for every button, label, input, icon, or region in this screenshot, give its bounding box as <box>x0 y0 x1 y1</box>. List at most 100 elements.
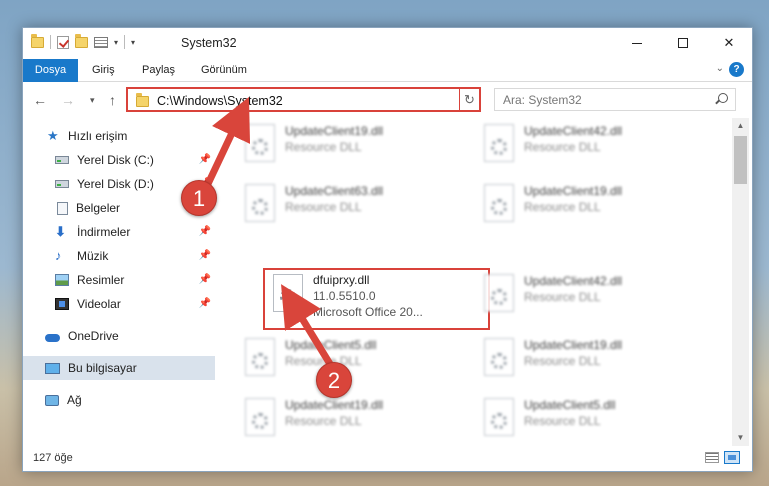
file-name: UpdateClient19.dll <box>285 398 384 412</box>
vertical-scrollbar[interactable]: ▲ ▼ <box>732 118 749 446</box>
sidebar-item-quick-access[interactable]: ★ Hızlı erişim <box>23 124 215 148</box>
gear-icon <box>252 353 268 369</box>
file-description: Resource DLL <box>524 414 601 428</box>
tab-file[interactable]: Dosya <box>23 59 78 82</box>
scroll-down-icon[interactable]: ▼ <box>732 430 749 446</box>
sidebar-item-music[interactable]: ♪ Müzik 📌 <box>23 244 215 268</box>
item-count: 127 öğe <box>33 452 73 464</box>
sidebar-item-label: Hızlı erişim <box>68 129 128 143</box>
sidebar-item-onedrive[interactable]: OneDrive <box>23 324 215 348</box>
tab-home[interactable]: Giriş <box>92 59 115 82</box>
this-pc-icon <box>45 362 60 374</box>
address-bar[interactable]: C:\Windows\System32 ⌄ <box>126 87 481 112</box>
tab-share[interactable]: Paylaş <box>142 59 175 82</box>
dll-file-icon <box>245 398 275 436</box>
documents-icon <box>57 201 68 215</box>
file-item[interactable]: UpdateClient42.dll Resource DLL <box>472 268 697 324</box>
file-version: 11.0.5510.0 <box>313 289 376 303</box>
scroll-up-icon[interactable]: ▲ <box>732 118 749 134</box>
videos-icon <box>55 298 69 310</box>
gear-icon <box>491 289 507 305</box>
back-button[interactable]: ← <box>33 92 47 108</box>
tab-view[interactable]: Görünüm <box>201 59 247 82</box>
sidebar-item-this-pc[interactable]: Bu bilgisayar <box>23 356 215 380</box>
forward-button[interactable]: → <box>61 92 75 108</box>
file-item[interactable]: UpdateClient19.dll Resource DLL <box>472 178 697 234</box>
minimize-icon <box>632 42 642 44</box>
pin-icon: 📌 <box>198 154 211 165</box>
sidebar-item-downloads[interactable]: ⬇ İndirmeler 📌 <box>23 220 215 244</box>
dll-file-icon <box>273 274 303 312</box>
file-item[interactable]: UpdateClient42.dll Resource DLL <box>472 118 697 174</box>
file-item[interactable]: UpdateClient19.dll Resource DLL <box>233 118 458 174</box>
gear-icon <box>280 289 296 305</box>
title-bar: ▾ ▾ System32 ✕ <box>23 28 752 59</box>
dll-file-icon <box>245 184 275 222</box>
dll-file-icon <box>484 184 514 222</box>
expand-ribbon-icon[interactable]: ⌄ <box>716 63 724 74</box>
pin-icon: 📌 <box>198 250 211 261</box>
file-name: UpdateClient63.dll <box>285 184 384 198</box>
details-view-icon[interactable] <box>705 452 719 463</box>
dll-file-icon <box>245 338 275 376</box>
file-item[interactable]: UpdateClient63.dll Resource DLL <box>233 178 458 234</box>
file-description: Resource DLL <box>524 354 601 368</box>
drive-icon <box>55 156 69 164</box>
address-text: C:\Windows\System32 <box>157 94 283 108</box>
minimize-button[interactable] <box>614 28 660 58</box>
file-description: Microsoft Office 20... <box>313 305 423 319</box>
file-item[interactable]: UpdateClient19.dll Resource DLL <box>233 392 458 446</box>
search-input[interactable]: Ara: System32 <box>494 88 736 111</box>
folder-icon <box>31 33 44 48</box>
file-name: UpdateClient5.dll <box>524 398 616 412</box>
file-name: UpdateClient5.dll <box>285 338 377 352</box>
explorer-window: ▾ ▾ System32 ✕ Dosya Giriş Paylaş Görünü… <box>22 27 753 472</box>
file-description: Resource DLL <box>524 200 601 214</box>
file-description: Resource DLL <box>524 290 601 304</box>
up-button[interactable]: ↑ <box>109 92 116 108</box>
sidebar-item-pictures[interactable]: Resimler 📌 <box>23 268 215 292</box>
gear-icon <box>252 413 268 429</box>
sidebar-item-network[interactable]: Ağ <box>23 388 215 412</box>
recent-locations-button[interactable]: ▾ <box>90 95 95 106</box>
sidebar-item-label: Müzik <box>77 249 109 263</box>
sidebar-item-label: İndirmeler <box>77 225 131 239</box>
sidebar-item-label: Ağ <box>67 393 82 407</box>
file-name: UpdateClient19.dll <box>524 184 623 198</box>
large-icons-view-icon[interactable] <box>724 451 740 464</box>
scrollbar-thumb[interactable] <box>734 136 747 184</box>
customize-toolbar-icon[interactable]: ▾ <box>131 38 135 47</box>
onedrive-icon <box>45 333 60 342</box>
sidebar-item-local-disk-c[interactable]: Yerel Disk (C:) 📌 <box>23 148 215 172</box>
callout-1: 1 <box>181 180 217 216</box>
navigation-bar: ← → ▾ ↑ C:\Windows\System32 ⌄ ↻ Ara: Sys… <box>23 83 752 117</box>
file-list: UpdateClient19.dll Resource DLL UpdateCl… <box>217 118 732 446</box>
search-icon[interactable] <box>718 93 728 103</box>
dll-file-icon <box>245 124 275 162</box>
gear-icon <box>252 199 268 215</box>
sidebar-item-videos[interactable]: Videolar 📌 <box>23 292 215 316</box>
gear-icon <box>491 353 507 369</box>
file-item[interactable]: UpdateClient5.dll Resource DLL <box>472 392 697 446</box>
star-icon: ★ <box>47 128 59 143</box>
pictures-icon <box>55 274 69 286</box>
chevron-down-icon[interactable]: ▾ <box>114 38 118 47</box>
help-icon[interactable]: ? <box>729 62 744 77</box>
file-description: Resource DLL <box>524 140 601 154</box>
file-item-dfuiprxy[interactable]: dfuiprxy.dll 11.0.5510.0 Microsoft Offic… <box>263 268 490 330</box>
maximize-button[interactable] <box>660 28 706 58</box>
dll-file-icon <box>484 124 514 162</box>
dll-file-icon <box>484 274 514 312</box>
close-button[interactable]: ✕ <box>706 28 752 58</box>
drive-icon <box>55 180 69 188</box>
file-item[interactable]: UpdateClient19.dll Resource DLL <box>472 332 697 388</box>
dll-file-icon <box>484 398 514 436</box>
downloads-icon: ⬇ <box>55 224 66 239</box>
refresh-button[interactable]: ↻ <box>459 87 481 112</box>
dll-file-icon <box>484 338 514 376</box>
gear-icon <box>491 413 507 429</box>
gear-icon <box>491 139 507 155</box>
view-options-icon[interactable] <box>94 36 108 48</box>
new-folder-icon[interactable] <box>75 33 88 48</box>
properties-check-icon[interactable] <box>57 35 69 49</box>
